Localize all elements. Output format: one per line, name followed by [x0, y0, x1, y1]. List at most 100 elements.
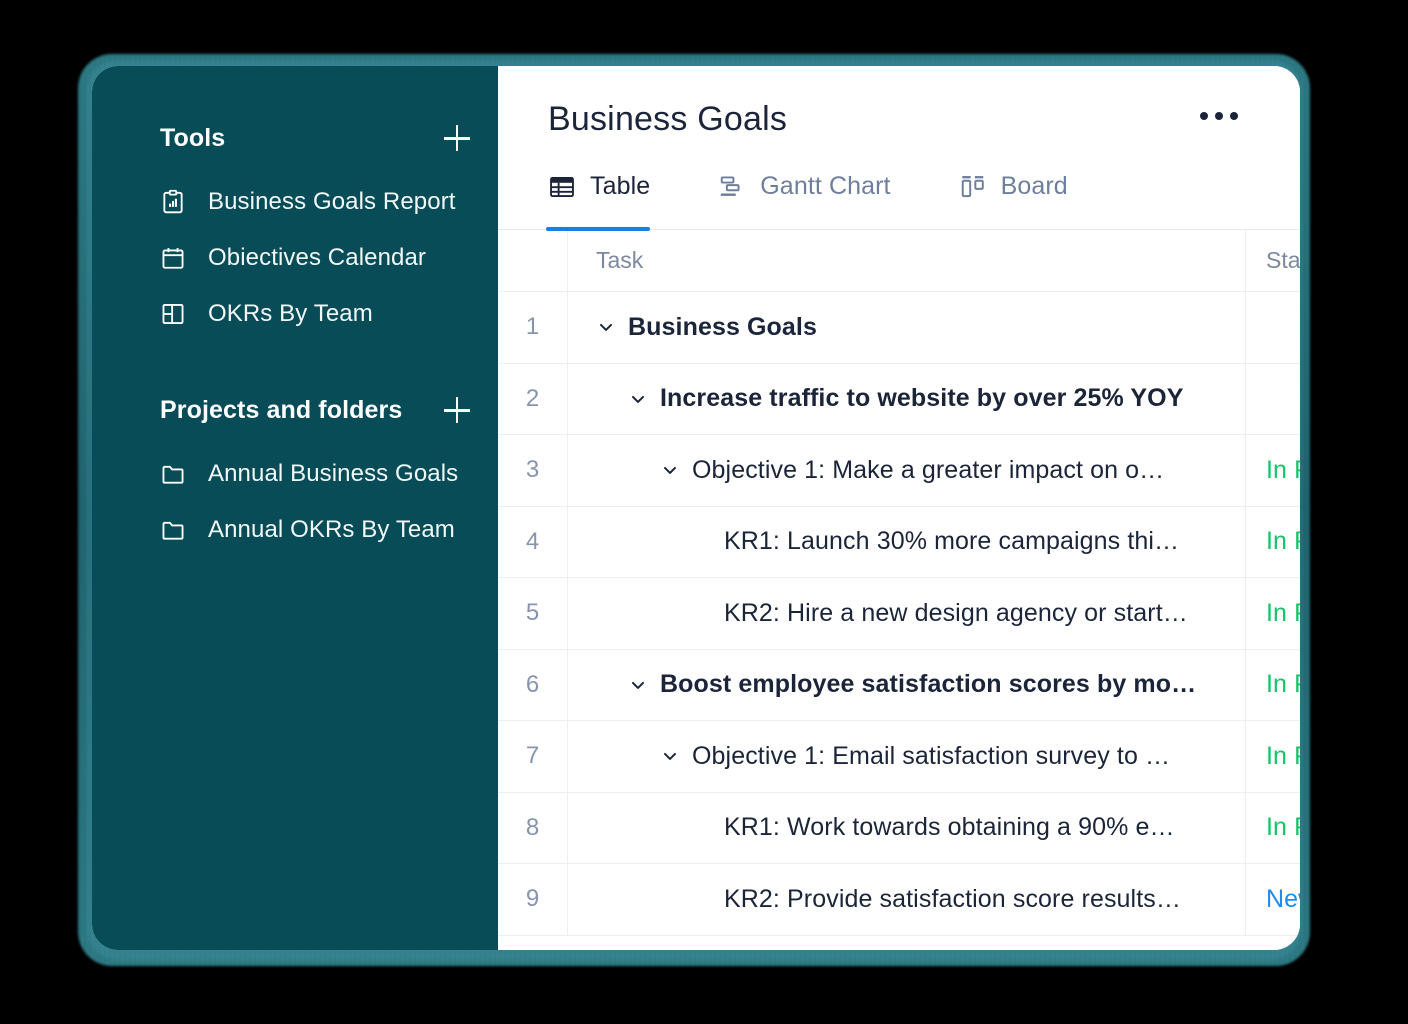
- add-project-button[interactable]: [444, 397, 470, 423]
- column-header-status[interactable]: Status: [1246, 230, 1300, 291]
- status-badge: In P: [1266, 742, 1300, 771]
- task-cell[interactable]: Increase traffic to website by over 25% …: [568, 364, 1246, 435]
- status-cell[interactable]: [1246, 364, 1300, 435]
- sidebar-item-label: Obiectives Calendar: [208, 244, 426, 272]
- table-row[interactable]: 8KR1: Work towards obtaining a 90% e…In …: [498, 793, 1300, 865]
- chevron-down-icon[interactable]: [656, 742, 684, 770]
- table-row[interactable]: 3Objective 1: Make a greater impact on o…: [498, 435, 1300, 507]
- row-number: 2: [498, 364, 568, 435]
- row-number: 7: [498, 721, 568, 792]
- table-row[interactable]: 9 KR2: Provide satisfaction score results…: [498, 864, 1300, 936]
- table-row[interactable]: 7 Objective 1: Email satisfaction survey …: [498, 721, 1300, 793]
- add-tool-button[interactable]: [444, 125, 470, 151]
- task-title: KR2: Hire a new design agency or start…: [724, 599, 1188, 628]
- more-options-icon[interactable]: [1200, 112, 1238, 120]
- screenshot-stage: Tools Business Goals Report: [0, 0, 1408, 1024]
- row-number: 4: [498, 507, 568, 578]
- folder-icon: [160, 517, 186, 543]
- task-cell[interactable]: KR1: Work towards obtaining a 90% e…: [568, 793, 1246, 864]
- chevron-down-icon[interactable]: [624, 385, 652, 413]
- kebab-dot: [1230, 112, 1238, 120]
- tab-gantt-chart[interactable]: Gantt Chart: [718, 158, 906, 229]
- task-table: Task Status 1 Business Goals 2 Increase tra…: [498, 230, 1300, 936]
- status-cell[interactable]: In P: [1246, 507, 1300, 578]
- tab-label: Table: [590, 172, 650, 201]
- task-title: KR1: Launch 30% more campaigns thi…: [724, 527, 1179, 556]
- app-window: Tools Business Goals Report: [92, 66, 1300, 950]
- chevron-down-icon[interactable]: [656, 456, 684, 484]
- task-cell[interactable]: Objective 1: Make a greater impact on o…: [568, 435, 1246, 506]
- table-row[interactable]: 1 Business Goals: [498, 292, 1300, 364]
- sidebar-item-annual-business-goals[interactable]: Annual Business Goals: [92, 446, 498, 502]
- task-title: Boost employee satisfaction scores by mo…: [660, 670, 1196, 699]
- tab-label: Gantt Chart: [760, 172, 890, 201]
- sidebar-section-header-tools: Tools: [92, 118, 498, 158]
- table-row[interactable]: 6 Boost employee satisfaction scores by m…: [498, 650, 1300, 722]
- sidebar-item-label: Annual OKRs By Team: [208, 516, 455, 544]
- board-icon: [959, 173, 987, 201]
- sidebar-item-label: Business Goals Report: [208, 188, 456, 216]
- sidebar-item-okrs-by-team[interactable]: OKRs By Team: [92, 286, 498, 342]
- task-title: Objective 1: Email satisfaction survey t…: [692, 742, 1170, 771]
- table-icon: [548, 173, 576, 201]
- main-header: Business Goals: [498, 66, 1300, 158]
- task-title: KR2: Provide satisfaction score results…: [724, 885, 1181, 914]
- sidebar-item-business-goals-report[interactable]: Business Goals Report: [92, 174, 498, 230]
- column-header-task-label: Task: [568, 247, 643, 274]
- row-number: 6: [498, 650, 568, 721]
- column-header-number: [498, 230, 568, 291]
- status-badge: In P: [1266, 599, 1300, 628]
- row-number: 3: [498, 435, 568, 506]
- table-row[interactable]: 4 KR1: Launch 30% more campaigns thi… In P: [498, 507, 1300, 579]
- task-title: KR1: Work towards obtaining a 90% e…: [724, 813, 1175, 842]
- status-badge: In P: [1266, 456, 1300, 485]
- table-row[interactable]: 2 Increase traffic to website by over 25%…: [498, 364, 1300, 436]
- kebab-dot: [1215, 112, 1223, 120]
- row-number: 5: [498, 578, 568, 649]
- task-title: Business Goals: [628, 313, 817, 342]
- task-cell[interactable]: KR1: Launch 30% more campaigns thi…: [568, 507, 1246, 578]
- clipboard-chart-icon: [160, 189, 186, 215]
- sidebar-item-annual-okrs-by-team[interactable]: Annual OKRs By Team: [92, 502, 498, 558]
- column-header-status-label: Status: [1266, 247, 1300, 274]
- calendar-icon: [160, 245, 186, 271]
- task-cell[interactable]: KR2: Provide satisfaction score results…: [568, 864, 1246, 935]
- status-cell[interactable]: [1246, 292, 1300, 363]
- column-header-task[interactable]: Task: [568, 230, 1246, 291]
- status-cell[interactable]: In P: [1246, 578, 1300, 649]
- table-header-row: Task Status: [498, 230, 1300, 292]
- chevron-down-icon[interactable]: [592, 313, 620, 341]
- page-title: Business Goals: [548, 100, 1300, 139]
- task-title: Increase traffic to website by over 25% …: [660, 384, 1184, 413]
- tab-table[interactable]: Table: [548, 158, 666, 229]
- task-cell[interactable]: KR2: Hire a new design agency or start…: [568, 578, 1246, 649]
- status-badge: In P: [1266, 813, 1300, 842]
- status-cell[interactable]: New: [1246, 864, 1300, 935]
- sidebar-item-label: Annual Business Goals: [208, 460, 458, 488]
- status-cell[interactable]: In P: [1246, 721, 1300, 792]
- row-number: 9: [498, 864, 568, 935]
- gantt-icon: [718, 173, 746, 201]
- status-badge: New: [1266, 885, 1300, 914]
- task-cell[interactable]: Boost employee satisfaction scores by mo…: [568, 650, 1246, 721]
- task-cell[interactable]: Business Goals: [568, 292, 1246, 363]
- chevron-down-icon[interactable]: [624, 671, 652, 699]
- sidebar-section-tools: Tools Business Goals Report: [92, 118, 498, 342]
- row-number: 1: [498, 292, 568, 363]
- status-cell[interactable]: In P: [1246, 435, 1300, 506]
- tab-label: Board: [1001, 172, 1068, 201]
- sidebar-spacer: [92, 352, 498, 390]
- layout-grid-icon: [160, 301, 186, 327]
- sidebar-item-objectives-calendar[interactable]: Obiectives Calendar: [92, 230, 498, 286]
- task-cell[interactable]: Objective 1: Email satisfaction survey t…: [568, 721, 1246, 792]
- status-badge: In P: [1266, 670, 1300, 699]
- status-cell[interactable]: In P: [1246, 650, 1300, 721]
- sidebar: Tools Business Goals Report: [92, 66, 498, 950]
- tab-board[interactable]: Board: [959, 158, 1084, 229]
- status-badge: In P: [1266, 527, 1300, 556]
- sidebar-item-label: OKRs By Team: [208, 300, 373, 328]
- sidebar-section-header-projects: Projects and folders: [92, 390, 498, 430]
- folder-icon: [160, 461, 186, 487]
- status-cell[interactable]: In P: [1246, 793, 1300, 864]
- table-row[interactable]: 5 KR2: Hire a new design agency or start……: [498, 578, 1300, 650]
